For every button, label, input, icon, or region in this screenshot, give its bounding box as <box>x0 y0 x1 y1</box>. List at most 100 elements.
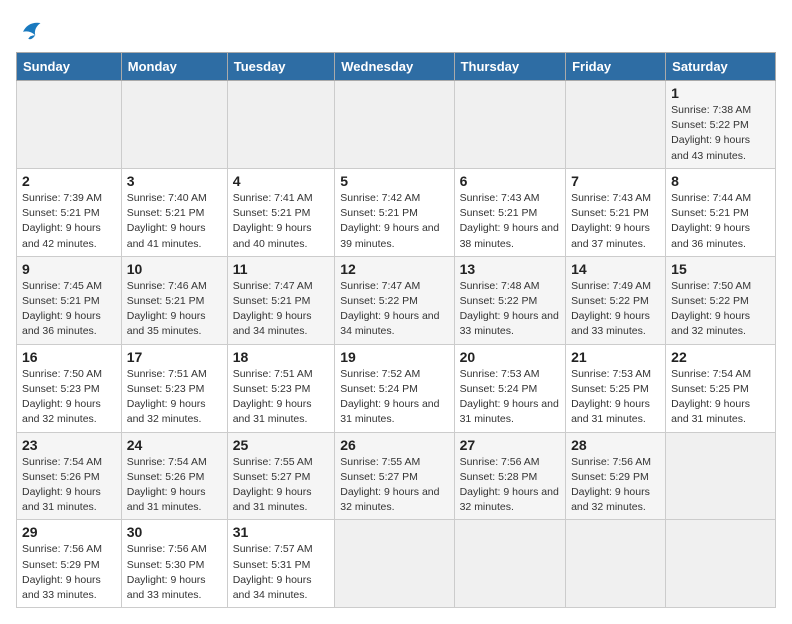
day-number: 9 <box>22 261 116 277</box>
day-info: Sunrise: 7:45 AMSunset: 5:21 PMDaylight:… <box>22 279 116 340</box>
calendar-cell <box>121 81 227 169</box>
day-number: 31 <box>233 524 330 540</box>
day-number: 13 <box>460 261 560 277</box>
day-info: Sunrise: 7:54 AMSunset: 5:26 PMDaylight:… <box>127 455 222 516</box>
calendar-cell: 8 Sunrise: 7:44 AMSunset: 5:21 PMDaylight… <box>666 168 776 256</box>
day-number: 19 <box>340 349 448 365</box>
calendar-cell: 16 Sunrise: 7:50 AMSunset: 5:23 PMDayligh… <box>17 344 122 432</box>
calendar-cell: 29Sunrise: 7:56 AMSunset: 5:29 PMDayligh… <box>17 520 122 608</box>
day-number: 3 <box>127 173 222 189</box>
calendar-cell: 1 Sunrise: 7:38 AMSunset: 5:22 PMDaylight… <box>666 81 776 169</box>
calendar-cell: 26 Sunrise: 7:55 AMSunset: 5:27 PMDayligh… <box>335 432 454 520</box>
calendar-cell: 13 Sunrise: 7:48 AMSunset: 5:22 PMDayligh… <box>454 256 565 344</box>
calendar-week-row: 2Sunrise: 7:39 AMSunset: 5:21 PMDaylight… <box>17 168 776 256</box>
day-info: Sunrise: 7:50 AMSunset: 5:22 PMDaylight:… <box>671 279 770 340</box>
day-info: Sunrise: 7:44 AMSunset: 5:21 PMDaylight:… <box>671 191 770 252</box>
calendar-cell: 12Sunrise: 7:47 AMSunset: 5:22 PMDayligh… <box>335 256 454 344</box>
calendar-cell: 17 Sunrise: 7:51 AMSunset: 5:23 PMDayligh… <box>121 344 227 432</box>
calendar-cell: 15 Sunrise: 7:50 AMSunset: 5:22 PMDayligh… <box>666 256 776 344</box>
day-info: Sunrise: 7:51 AMSunset: 5:23 PMDaylight:… <box>127 367 222 428</box>
day-number: 17 <box>127 349 222 365</box>
day-info: Sunrise: 7:54 AMSunset: 5:25 PMDaylight:… <box>671 367 770 428</box>
calendar-week-row: 29Sunrise: 7:56 AMSunset: 5:29 PMDayligh… <box>17 520 776 608</box>
day-number: 7 <box>571 173 660 189</box>
calendar-week-row: 23 Sunrise: 7:54 AMSunset: 5:26 PMDayligh… <box>17 432 776 520</box>
col-header-tuesday: Tuesday <box>227 53 335 81</box>
day-number: 5 <box>340 173 448 189</box>
day-info: Sunrise: 7:56 AMSunset: 5:28 PMDaylight:… <box>460 455 560 516</box>
day-info: Sunrise: 7:56 AMSunset: 5:30 PMDaylight:… <box>127 542 222 603</box>
day-number: 14 <box>571 261 660 277</box>
day-info: Sunrise: 7:38 AMSunset: 5:22 PMDaylight:… <box>671 103 770 164</box>
day-info: Sunrise: 7:50 AMSunset: 5:23 PMDaylight:… <box>22 367 116 428</box>
day-number: 8 <box>671 173 770 189</box>
calendar-cell <box>454 520 565 608</box>
calendar-cell: 9 Sunrise: 7:45 AMSunset: 5:21 PMDaylight… <box>17 256 122 344</box>
day-number: 15 <box>671 261 770 277</box>
calendar-cell <box>17 81 122 169</box>
calendar-cell: 25 Sunrise: 7:55 AMSunset: 5:27 PMDayligh… <box>227 432 335 520</box>
day-number: 22 <box>671 349 770 365</box>
calendar-cell <box>227 81 335 169</box>
day-number: 25 <box>233 437 330 453</box>
day-info: Sunrise: 7:54 AMSunset: 5:26 PMDaylight:… <box>22 455 116 516</box>
col-header-sunday: Sunday <box>17 53 122 81</box>
day-number: 6 <box>460 173 560 189</box>
calendar-cell: 10Sunrise: 7:46 AMSunset: 5:21 PMDayligh… <box>121 256 227 344</box>
col-header-saturday: Saturday <box>666 53 776 81</box>
day-info: Sunrise: 7:53 AMSunset: 5:25 PMDaylight:… <box>571 367 660 428</box>
calendar-cell <box>666 520 776 608</box>
calendar-cell <box>335 520 454 608</box>
day-info: Sunrise: 7:57 AMSunset: 5:31 PMDaylight:… <box>233 542 330 603</box>
col-header-friday: Friday <box>566 53 666 81</box>
calendar-cell: 31 Sunrise: 7:57 AMSunset: 5:31 PMDayligh… <box>227 520 335 608</box>
day-info: Sunrise: 7:52 AMSunset: 5:24 PMDaylight:… <box>340 367 448 428</box>
day-number: 10 <box>127 261 222 277</box>
day-info: Sunrise: 7:43 AMSunset: 5:21 PMDaylight:… <box>571 191 660 252</box>
day-info: Sunrise: 7:43 AMSunset: 5:21 PMDaylight:… <box>460 191 560 252</box>
day-number: 26 <box>340 437 448 453</box>
day-info: Sunrise: 7:47 AMSunset: 5:21 PMDaylight:… <box>233 279 330 340</box>
day-number: 1 <box>671 85 770 101</box>
day-number: 2 <box>22 173 116 189</box>
calendar-cell: 7 Sunrise: 7:43 AMSunset: 5:21 PMDaylight… <box>566 168 666 256</box>
calendar-cell: 2Sunrise: 7:39 AMSunset: 5:21 PMDaylight… <box>17 168 122 256</box>
day-info: Sunrise: 7:48 AMSunset: 5:22 PMDaylight:… <box>460 279 560 340</box>
day-number: 23 <box>22 437 116 453</box>
col-header-thursday: Thursday <box>454 53 565 81</box>
calendar-cell: 23 Sunrise: 7:54 AMSunset: 5:26 PMDayligh… <box>17 432 122 520</box>
calendar-cell: 3 Sunrise: 7:40 AMSunset: 5:21 PMDaylight… <box>121 168 227 256</box>
calendar-cell <box>566 81 666 169</box>
day-info: Sunrise: 7:41 AMSunset: 5:21 PMDaylight:… <box>233 191 330 252</box>
calendar-cell: 27Sunrise: 7:56 AMSunset: 5:28 PMDayligh… <box>454 432 565 520</box>
calendar-header-row: SundayMondayTuesdayWednesdayThursdayFrid… <box>17 53 776 81</box>
day-number: 21 <box>571 349 660 365</box>
calendar-week-row: 16 Sunrise: 7:50 AMSunset: 5:23 PMDayligh… <box>17 344 776 432</box>
day-number: 16 <box>22 349 116 365</box>
day-number: 11 <box>233 261 330 277</box>
calendar-cell: 6 Sunrise: 7:43 AMSunset: 5:21 PMDaylight… <box>454 168 565 256</box>
calendar-cell <box>666 432 776 520</box>
calendar-cell: 11 Sunrise: 7:47 AMSunset: 5:21 PMDayligh… <box>227 256 335 344</box>
day-number: 12 <box>340 261 448 277</box>
calendar-cell: 28Sunrise: 7:56 AMSunset: 5:29 PMDayligh… <box>566 432 666 520</box>
logo-icon <box>16 16 44 44</box>
day-number: 30 <box>127 524 222 540</box>
day-number: 29 <box>22 524 116 540</box>
calendar-cell: 24 Sunrise: 7:54 AMSunset: 5:26 PMDayligh… <box>121 432 227 520</box>
col-header-monday: Monday <box>121 53 227 81</box>
day-number: 20 <box>460 349 560 365</box>
day-info: Sunrise: 7:40 AMSunset: 5:21 PMDaylight:… <box>127 191 222 252</box>
day-number: 4 <box>233 173 330 189</box>
day-info: Sunrise: 7:51 AMSunset: 5:23 PMDaylight:… <box>233 367 330 428</box>
day-info: Sunrise: 7:53 AMSunset: 5:24 PMDaylight:… <box>460 367 560 428</box>
day-info: Sunrise: 7:55 AMSunset: 5:27 PMDaylight:… <box>233 455 330 516</box>
calendar-cell: 18Sunrise: 7:51 AMSunset: 5:23 PMDayligh… <box>227 344 335 432</box>
calendar-cell: 4 Sunrise: 7:41 AMSunset: 5:21 PMDaylight… <box>227 168 335 256</box>
day-info: Sunrise: 7:42 AMSunset: 5:21 PMDaylight:… <box>340 191 448 252</box>
calendar-week-row: 9 Sunrise: 7:45 AMSunset: 5:21 PMDaylight… <box>17 256 776 344</box>
day-info: Sunrise: 7:55 AMSunset: 5:27 PMDaylight:… <box>340 455 448 516</box>
day-number: 24 <box>127 437 222 453</box>
col-header-wednesday: Wednesday <box>335 53 454 81</box>
calendar-cell <box>566 520 666 608</box>
